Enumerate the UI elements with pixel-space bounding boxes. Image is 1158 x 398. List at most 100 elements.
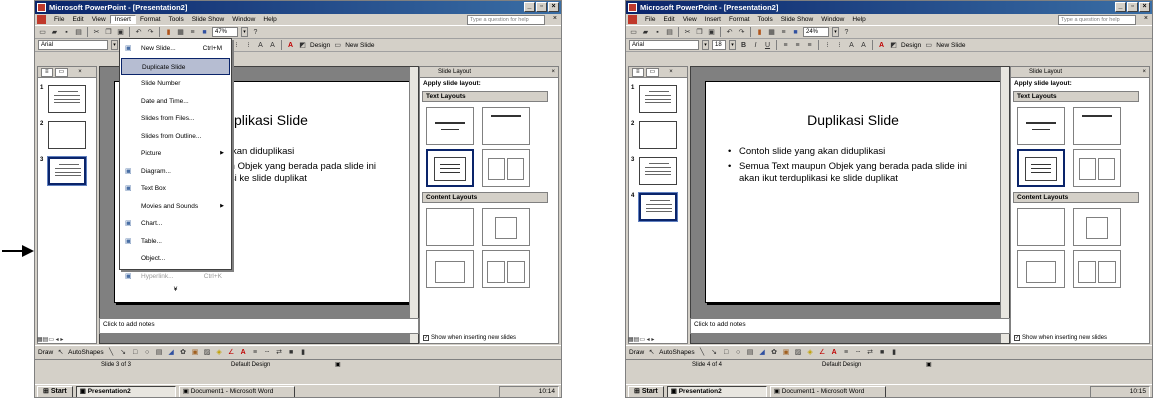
slide-thumbnail[interactable] xyxy=(48,121,86,149)
new-icon[interactable]: ▭ xyxy=(629,28,638,37)
slide-thumbnail[interactable] xyxy=(48,85,86,113)
menu-edit[interactable]: Edit xyxy=(659,16,678,23)
layout-title-slide[interactable] xyxy=(1017,107,1065,145)
insert-menu-item[interactable]: Slide Number xyxy=(121,75,230,93)
increase-font-icon[interactable]: A xyxy=(847,41,856,50)
cut-icon[interactable]: ✂ xyxy=(683,28,692,37)
slide-body[interactable]: Contoh slide yang akan diduplikasi Semua… xyxy=(728,146,978,188)
align-right-icon[interactable]: ≡ xyxy=(805,41,814,50)
font-name-field[interactable]: Arial xyxy=(38,40,108,50)
design-button[interactable]: Design xyxy=(901,42,921,49)
design-icon[interactable]: ◩ xyxy=(889,41,898,50)
insert-menu-item[interactable]: ▣ Text Box xyxy=(121,180,230,198)
layout-two-content[interactable] xyxy=(1073,250,1121,288)
center-icon[interactable]: ≡ xyxy=(793,41,802,50)
fill-color-icon[interactable]: ◈ xyxy=(215,348,224,357)
start-button[interactable]: ⊞ Start xyxy=(628,386,664,397)
layout-content[interactable] xyxy=(482,208,530,246)
start-button[interactable]: ⊞ Start xyxy=(37,386,73,397)
help-question-input[interactable]: Type a question for help xyxy=(1058,15,1136,25)
diagram-tool-icon[interactable]: ✿ xyxy=(770,348,779,357)
align-left-icon[interactable]: ≡ xyxy=(781,41,790,50)
paste-icon[interactable]: ▣ xyxy=(707,28,716,37)
autoshapes-menu[interactable]: AutoShapes xyxy=(659,349,694,356)
menu-file[interactable]: File xyxy=(50,16,68,23)
close-document-icon[interactable]: × xyxy=(553,15,557,22)
menu-file[interactable]: File xyxy=(641,16,659,23)
menu-format[interactable]: Format xyxy=(136,16,165,23)
save-icon[interactable]: ▪ xyxy=(62,28,71,37)
new-icon[interactable]: ▭ xyxy=(38,28,47,37)
insert-menu-item[interactable]: ▣ Table... xyxy=(121,233,230,251)
insert-menu-item[interactable]: Slides from Outline... xyxy=(121,128,230,146)
underline-icon[interactable]: U xyxy=(763,41,772,50)
diagram-tool-icon[interactable]: ✿ xyxy=(179,348,188,357)
slides-tab[interactable]: ▭ xyxy=(645,67,660,77)
slide-thumbnail-row[interactable]: 1 xyxy=(631,85,677,113)
shadow-icon[interactable]: ■ xyxy=(287,348,296,357)
menu-view[interactable]: View xyxy=(88,16,110,23)
notes-pane[interactable]: Click to add notes xyxy=(690,318,1010,334)
arrow-tool-icon[interactable]: ↘ xyxy=(119,348,128,357)
close-button[interactable]: × xyxy=(1139,2,1150,12)
arrow-style-icon[interactable]: ⇄ xyxy=(275,348,284,357)
insert-chart-icon[interactable]: ▮ xyxy=(755,28,764,37)
slide[interactable]: Duplikasi Slide Contoh slide yang akan d… xyxy=(705,81,1001,303)
font-dropdown-icon[interactable]: ▾ xyxy=(702,40,709,50)
insert-menu-item[interactable]: Movies and Sounds ▶ xyxy=(121,198,230,216)
print-icon[interactable]: ▤ xyxy=(665,28,674,37)
outline-tab[interactable]: ≡ xyxy=(632,67,644,77)
menu-view[interactable]: View xyxy=(679,16,701,23)
slide-thumbnail-row[interactable]: 1 xyxy=(40,85,86,113)
minimize-button[interactable]: _ xyxy=(1115,2,1126,12)
line-icon[interactable]: ╲ xyxy=(107,348,116,357)
font-color-draw-icon[interactable]: A xyxy=(239,348,248,357)
copy-icon[interactable]: ❐ xyxy=(695,28,704,37)
increase-font-icon[interactable]: A xyxy=(256,41,265,50)
show-layouts-checkbox[interactable]: ✓ Show when inserting new slides xyxy=(1014,335,1107,341)
open-icon[interactable]: ▰ xyxy=(641,28,650,37)
insert-menu-item[interactable]: Date and Time... xyxy=(121,93,230,111)
color-grayscale-icon[interactable]: ■ xyxy=(791,28,800,37)
document-icon[interactable] xyxy=(628,15,637,24)
taskbar-powerpoint[interactable]: ▣ Presentation2 xyxy=(666,386,767,397)
arrow-tool-icon[interactable]: ↘ xyxy=(710,348,719,357)
zoom-field[interactable]: 24% xyxy=(803,27,829,37)
layout-blank[interactable] xyxy=(1017,208,1065,246)
document-icon[interactable] xyxy=(37,15,46,24)
layout-title-slide[interactable] xyxy=(426,107,474,145)
decrease-font-icon[interactable]: A xyxy=(268,41,277,50)
taskbar-word[interactable]: ▣ Document1 - Microsoft Word xyxy=(769,386,886,397)
close-pane-icon[interactable]: × xyxy=(669,69,673,75)
design-icon[interactable]: ◩ xyxy=(298,41,307,50)
copy-icon[interactable]: ❐ xyxy=(104,28,113,37)
close-pane-icon[interactable]: × xyxy=(78,69,82,75)
new-slide-button[interactable]: New Slide xyxy=(345,42,374,49)
line-style-icon[interactable]: ≡ xyxy=(251,348,260,357)
menu-insert[interactable]: Insert xyxy=(701,16,725,23)
slide-thumbnail-row[interactable]: 4 xyxy=(631,192,678,222)
show-layouts-checkbox[interactable]: ✓ Show when inserting new slides xyxy=(423,335,516,341)
slide-thumbnail-row[interactable]: 3 xyxy=(40,156,87,186)
insert-table-icon[interactable]: ▦ xyxy=(767,28,776,37)
undo-icon[interactable]: ↶ xyxy=(725,28,734,37)
layout-two-column-text[interactable] xyxy=(1073,149,1121,187)
cut-icon[interactable]: ✂ xyxy=(92,28,101,37)
slide-thumbnail[interactable] xyxy=(639,121,677,149)
slide-thumbnail[interactable] xyxy=(638,192,678,222)
undo-icon[interactable]: ↶ xyxy=(134,28,143,37)
task-pane-close-icon[interactable]: × xyxy=(1142,67,1146,78)
picture-icon[interactable]: ▨ xyxy=(203,348,212,357)
expand-menu-chevron-icon[interactable]: ¥ xyxy=(121,285,230,295)
numbering-icon[interactable]: ⁝ xyxy=(823,41,832,50)
layout-two-column-text[interactable] xyxy=(482,149,530,187)
line-style-icon[interactable]: ≡ xyxy=(842,348,851,357)
zoom-dropdown-icon[interactable]: ▾ xyxy=(832,27,839,37)
insert-menu-item[interactable]: ▣ Chart... xyxy=(121,215,230,233)
insert-menu-item[interactable]: Object... xyxy=(121,250,230,268)
taskbar-word[interactable]: ▣ Document1 - Microsoft Word xyxy=(178,386,295,397)
insert-chart-icon[interactable]: ▮ xyxy=(164,28,173,37)
layout-title-only[interactable] xyxy=(482,107,530,145)
insert-menu-item[interactable]: Slides from Files... xyxy=(121,110,230,128)
maximize-button[interactable]: ▫ xyxy=(536,2,547,12)
